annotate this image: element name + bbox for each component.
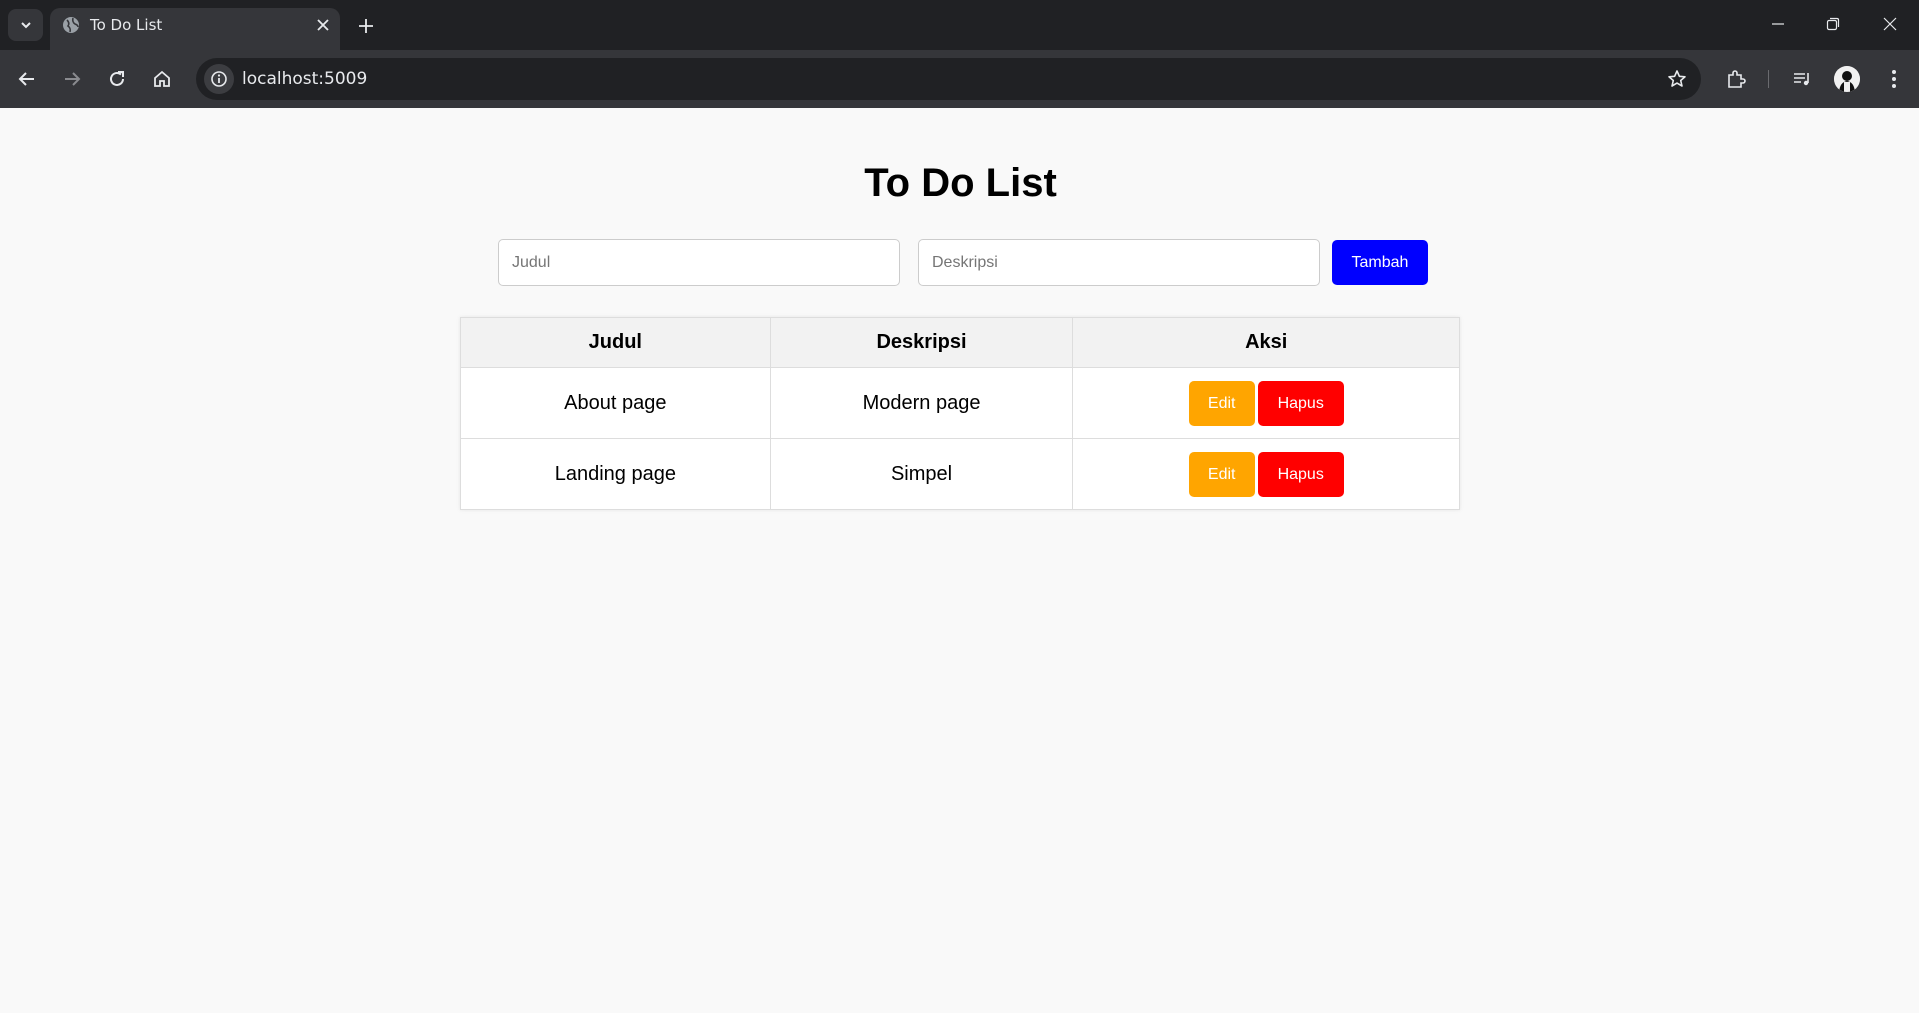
page-content: To Do List Tambah Judul Deskripsi Aksi A… (0, 108, 1919, 1013)
close-icon (317, 19, 329, 31)
info-icon (211, 71, 227, 87)
reload-icon (110, 71, 124, 86)
cell-description: Simpel (769, 438, 1074, 510)
todo-table: Judul Deskripsi Aksi About page Modern p… (460, 317, 1460, 510)
plus-icon (359, 19, 373, 33)
minimize-icon (1772, 23, 1784, 25)
menu-icon (1892, 70, 1896, 88)
browser-toolbar: localhost:5009 (0, 50, 1919, 108)
tab-title: To Do List (90, 16, 163, 34)
cell-description: Modern page (769, 367, 1074, 439)
window-close-button[interactable] (1872, 10, 1908, 38)
description-input[interactable] (918, 239, 1320, 286)
new-tab-button[interactable] (352, 12, 380, 40)
media-icon (1794, 73, 1809, 86)
forward-button[interactable] (56, 63, 88, 95)
url-text: localhost:5009 (242, 69, 368, 89)
address-bar[interactable]: localhost:5009 (196, 58, 1701, 100)
cell-title: Landing page (460, 438, 771, 510)
title-input[interactable] (498, 239, 900, 286)
cell-actions: Edit Hapus (1072, 367, 1460, 439)
tab-close-button[interactable] (312, 14, 334, 36)
delete-button[interactable]: Hapus (1257, 380, 1344, 426)
cell-title: About page (460, 367, 771, 439)
browser-tab[interactable]: To Do List (50, 8, 340, 50)
home-button[interactable] (146, 63, 178, 95)
media-button[interactable] (1786, 63, 1818, 95)
minimize-button[interactable] (1760, 10, 1796, 38)
chevron-down-icon (20, 22, 31, 29)
reload-button[interactable] (101, 63, 133, 95)
forward-icon (65, 72, 81, 86)
page-title: To Do List (864, 161, 1057, 205)
toolbar-separator (1768, 70, 1769, 88)
header-description: Deskripsi (769, 317, 1074, 368)
extensions-icon (1728, 70, 1746, 88)
restore-icon (1826, 17, 1840, 31)
back-icon (18, 72, 34, 86)
header-actions: Aksi (1072, 317, 1460, 368)
extensions-button[interactable] (1720, 63, 1752, 95)
avatar-icon (1834, 66, 1860, 92)
browser-tab-bar: To Do List (0, 0, 1919, 50)
tab-list-button[interactable] (8, 9, 43, 41)
window-close-icon (1883, 17, 1897, 31)
home-icon (154, 70, 170, 87)
bookmark-button[interactable] (1665, 67, 1689, 91)
table-header-row: Judul Deskripsi Aksi (460, 317, 1460, 368)
menu-button[interactable] (1878, 63, 1910, 95)
site-info-button[interactable] (204, 64, 234, 94)
back-button[interactable] (11, 63, 43, 95)
add-button[interactable]: Tambah (1332, 240, 1428, 285)
table-row: About page Modern page Edit Hapus (460, 367, 1460, 439)
restore-button[interactable] (1815, 10, 1851, 38)
header-title: Judul (460, 317, 771, 368)
cell-actions: Edit Hapus (1072, 438, 1460, 510)
globe-icon (63, 17, 79, 33)
delete-button[interactable]: Hapus (1257, 451, 1344, 497)
edit-button[interactable]: Edit (1188, 451, 1255, 497)
profile-avatar[interactable] (1834, 66, 1860, 92)
table-row: Landing page Simpel Edit Hapus (460, 438, 1460, 510)
star-icon (1668, 70, 1686, 87)
edit-button[interactable]: Edit (1188, 380, 1255, 426)
